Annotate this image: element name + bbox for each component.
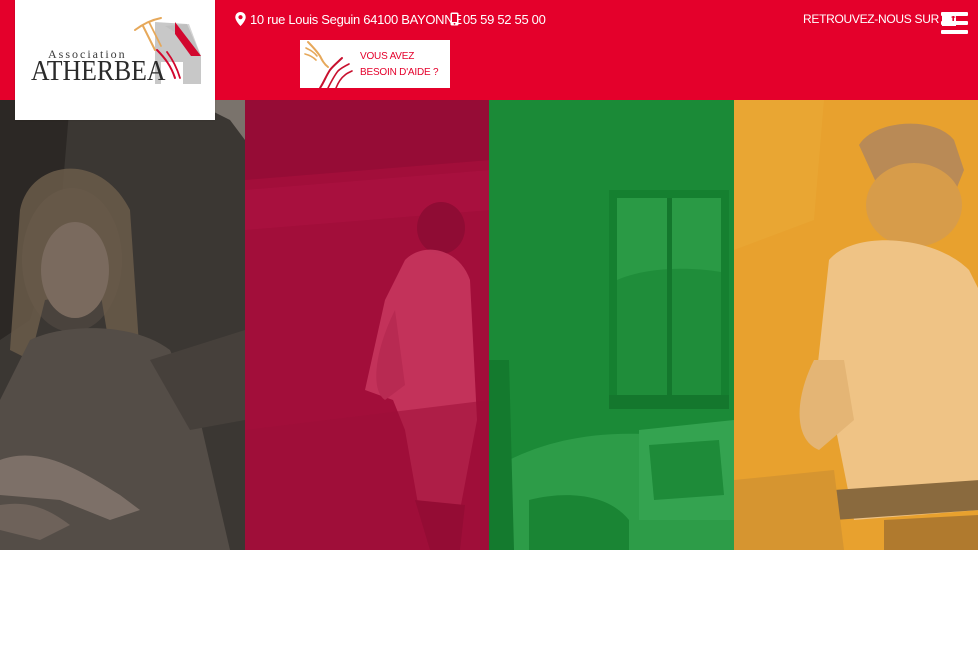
address-text: 10 rue Louis Seguin 64100 BAYONNE xyxy=(250,11,462,27)
site-logo[interactable]: Association ATHERBEA xyxy=(15,0,215,120)
service-panel-3[interactable] xyxy=(489,100,734,550)
map-pin-icon xyxy=(235,12,246,26)
service-panel-1[interactable] xyxy=(0,100,245,550)
service-panel-4[interactable] xyxy=(733,100,978,550)
mobile-phone-icon xyxy=(450,12,459,26)
phone-text: 05 59 52 55 00 xyxy=(463,11,546,27)
panel-photo-man-working xyxy=(733,100,978,550)
panel-photo-person-walking xyxy=(244,100,489,550)
help-button[interactable]: VOUS AVEZ BESOIN D'AIDE ? xyxy=(300,40,450,89)
social-link[interactable]: RETROUVEZ-NOUS SUR f xyxy=(803,10,956,28)
help-button-text: VOUS AVEZ BESOIN D'AIDE ? xyxy=(360,49,439,81)
page: 10 rue Louis Seguin 64100 BAYONNE 05 59 … xyxy=(0,0,978,647)
logo-title: ATHERBEA xyxy=(31,56,166,87)
hamburger-menu-icon[interactable] xyxy=(941,12,968,34)
help-line-2: BESOIN D'AIDE ? xyxy=(360,67,439,78)
service-panels xyxy=(0,100,978,550)
menu-bar xyxy=(941,12,968,16)
address-contact[interactable]: 10 rue Louis Seguin 64100 BAYONNE xyxy=(235,10,462,28)
phone-contact[interactable]: 05 59 52 55 00 xyxy=(450,10,546,28)
service-panel-2[interactable] xyxy=(244,100,489,550)
social-label: RETROUVEZ-NOUS SUR xyxy=(803,12,939,26)
menu-bar xyxy=(941,21,968,25)
menu-bar xyxy=(941,30,968,34)
helping-hands-icon xyxy=(304,41,353,89)
panel-photo-bedroom xyxy=(489,100,734,550)
panel-photo-woman xyxy=(0,100,245,550)
help-line-1: VOUS AVEZ xyxy=(360,51,415,62)
